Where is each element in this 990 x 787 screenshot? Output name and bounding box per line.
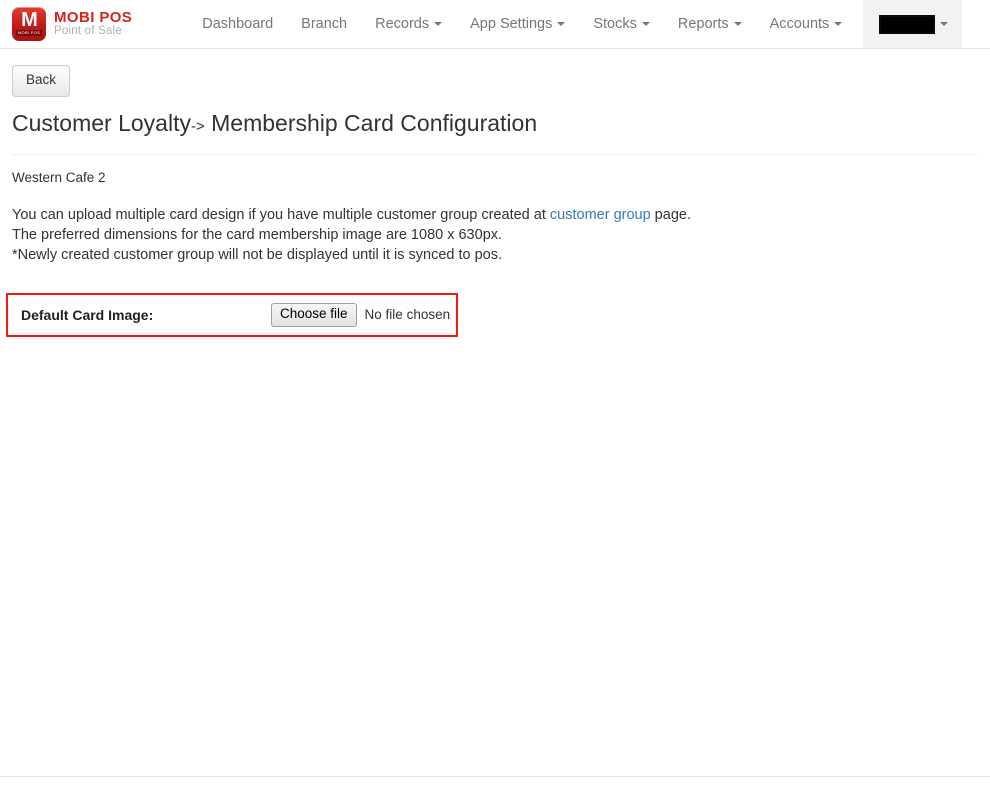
nav-item-branch[interactable]: Branch xyxy=(287,0,361,48)
nav-item-stocks[interactable]: Stocks xyxy=(579,0,664,48)
nav-label: Dashboard xyxy=(202,16,274,32)
info-line-1: You can upload multiple card design if y… xyxy=(12,205,978,225)
nav-item-dashboard[interactable]: Dashboard xyxy=(188,0,287,48)
brand-subtitle: Point of Sale xyxy=(54,24,122,37)
nav-label: Accounts xyxy=(769,16,830,32)
nav-label: Branch xyxy=(301,16,348,32)
footer-action-bar: Save xyxy=(0,777,990,787)
branch-name: Western Cafe 2 xyxy=(12,170,106,186)
chevron-down-icon xyxy=(434,22,443,26)
default-card-image-field-highlight: Default Card Image: Choose file No file … xyxy=(6,293,458,337)
info-line-1-pre: You can upload multiple card design if y… xyxy=(12,207,550,223)
choose-file-button[interactable]: Choose file xyxy=(271,303,357,327)
default-card-image-label: Default Card Image: xyxy=(21,306,154,323)
info-line-2: The preferred dimensions for the card me… xyxy=(12,227,503,243)
top-navbar: M MOBI POS MOBI POS Point of Sale Dashbo… xyxy=(0,0,990,49)
page-title-main: Customer Loyalty xyxy=(12,109,191,136)
page-title-sub: Membership Card Configuration xyxy=(211,109,538,136)
page-content: Back Customer Loyalty-> Membership Card … xyxy=(0,49,990,787)
customer-group-link[interactable]: customer group xyxy=(550,207,651,223)
nav-item-records[interactable]: Records xyxy=(361,0,456,48)
nav-item-reports[interactable]: Reports xyxy=(664,0,756,48)
brand-title: MOBI POS xyxy=(54,8,133,26)
chevron-down-icon xyxy=(641,22,650,26)
nav-item-app-settings[interactable]: App Settings xyxy=(456,0,579,48)
page-title: Customer Loyalty-> Membership Card Confi… xyxy=(12,110,978,138)
nav-item-user-menu[interactable] xyxy=(863,0,963,48)
default-card-image-file-input[interactable]: Choose file No file chosen xyxy=(271,303,450,327)
logo-letter: M xyxy=(21,9,38,31)
chevron-down-icon xyxy=(940,22,949,26)
user-name-redacted xyxy=(879,14,936,34)
chevron-down-icon xyxy=(733,22,742,26)
chevron-down-icon xyxy=(557,22,566,26)
nav-label: Stocks xyxy=(593,16,637,32)
info-line-3: *Newly created customer group will not b… xyxy=(12,247,503,263)
page-title-arrow: -> xyxy=(190,117,205,135)
mobi-pos-logo-icon: M MOBI POS xyxy=(12,7,46,41)
nav-label: Reports xyxy=(677,16,729,32)
logo-badge-text: MOBI POS xyxy=(16,30,42,36)
file-status-text: No file chosen xyxy=(364,307,451,323)
brand-text: MOBI POS Point of Sale xyxy=(54,10,132,39)
nav-label: App Settings xyxy=(470,16,553,32)
main-nav: Dashboard Branch Records App Settings St… xyxy=(188,0,963,48)
info-line-1-post: page. xyxy=(650,207,691,223)
title-divider xyxy=(12,154,978,156)
nav-label: Records xyxy=(375,16,430,32)
brand-logo[interactable]: M MOBI POS MOBI POS Point of Sale xyxy=(0,0,132,48)
back-button[interactable]: Back xyxy=(12,65,71,97)
chevron-down-icon xyxy=(834,22,843,26)
nav-item-accounts[interactable]: Accounts xyxy=(756,0,857,48)
info-text-block: You can upload multiple card design if y… xyxy=(12,205,978,265)
